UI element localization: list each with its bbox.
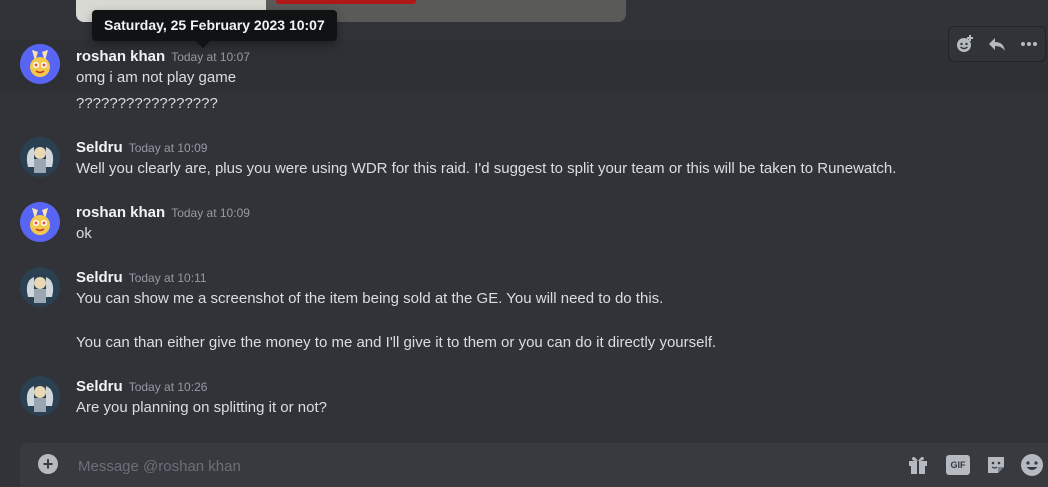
message-text: ok — [76, 225, 92, 242]
timestamp[interactable]: Today at 10:07 — [171, 50, 250, 64]
author-name[interactable]: Seldru — [76, 139, 123, 156]
message-input[interactable] — [76, 451, 780, 481]
timestamp-tooltip: Saturday, 25 February 2023 10:07 — [92, 10, 337, 49]
message-text: You can show me a screenshot of the item… — [76, 290, 664, 307]
message-text: ????????????????? — [76, 95, 218, 112]
message-composer: + GIF — [20, 443, 1048, 487]
author-name[interactable]: Seldru — [76, 269, 123, 286]
avatar[interactable] — [20, 267, 60, 307]
message-header: Seldru Today at 10:26 — [76, 378, 207, 396]
message-text: Are you planning on splitting it or not? — [76, 399, 327, 416]
author-name[interactable]: roshan khan — [76, 48, 165, 65]
timestamp[interactable]: Today at 10:09 — [129, 141, 208, 155]
image-red-text-area — [276, 0, 416, 4]
emoji-icon[interactable] — [1020, 453, 1044, 477]
message-header: Seldru Today at 10:11 — [76, 269, 207, 287]
author-name[interactable]: Seldru — [76, 378, 123, 395]
message-text: You can than either give the money to me… — [76, 334, 717, 351]
message-header: roshan khan Today at 10:09 — [76, 204, 250, 222]
add-reaction-icon[interactable] — [951, 30, 979, 58]
message-action-bar — [948, 26, 1046, 62]
avatar[interactable] — [20, 137, 60, 177]
tooltip-text: Saturday, 25 February 2023 10:07 — [104, 17, 325, 33]
sticker-icon[interactable] — [984, 453, 1008, 477]
message-header: Seldru Today at 10:09 — [76, 139, 207, 157]
reply-icon[interactable] — [983, 30, 1011, 58]
avatar[interactable] — [20, 202, 60, 242]
message-text: Well you clearly are, plus you were usin… — [76, 160, 897, 177]
message-text: omg i am not play game — [76, 69, 237, 86]
message-header: roshan khan Today at 10:07 — [76, 48, 250, 66]
avatar[interactable] — [20, 44, 60, 84]
gif-icon[interactable]: GIF — [946, 453, 970, 477]
author-name[interactable]: roshan khan — [76, 204, 165, 221]
gift-icon[interactable] — [906, 453, 930, 477]
gif-label: GIF — [946, 455, 970, 475]
avatar[interactable] — [20, 376, 60, 416]
plus-icon[interactable]: + — [38, 454, 58, 474]
timestamp[interactable]: Today at 10:26 — [129, 380, 208, 394]
timestamp[interactable]: Today at 10:09 — [171, 206, 250, 220]
timestamp[interactable]: Today at 10:11 — [129, 271, 207, 285]
more-icon[interactable] — [1015, 30, 1043, 58]
